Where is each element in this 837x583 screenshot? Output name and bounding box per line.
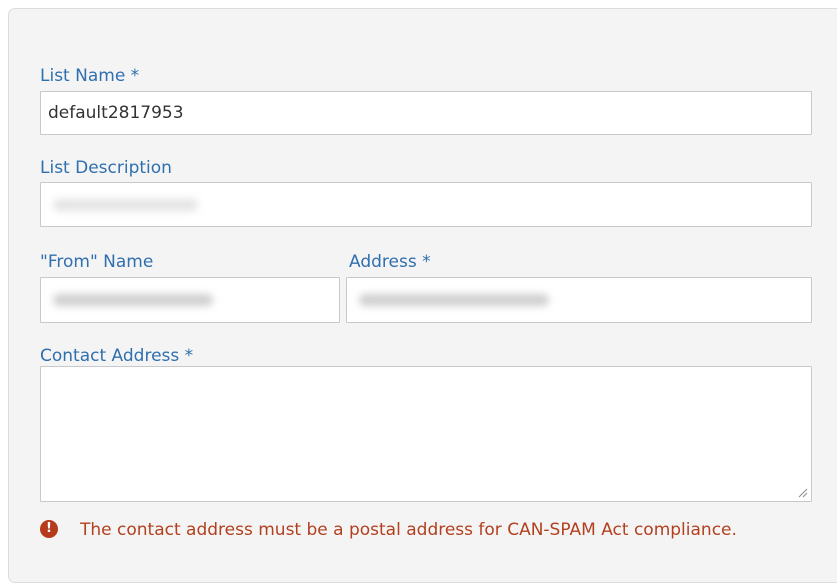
list-description-input[interactable] (40, 182, 812, 227)
resize-handle-icon[interactable] (796, 486, 808, 498)
list-name-label: List Name * (40, 66, 140, 86)
from-name-label: "From" Name (40, 252, 154, 272)
list-name-input[interactable] (40, 91, 812, 135)
from-name-input[interactable] (40, 277, 340, 323)
from-name-obscured-text (53, 294, 213, 306)
error-message: The contact address must be a postal add… (80, 520, 737, 540)
from-address-obscured-text (359, 294, 549, 306)
from-address-label: Address * (349, 252, 431, 272)
list-description-label: List Description (40, 158, 172, 178)
contact-address-label: Contact Address * (40, 346, 194, 366)
from-address-input[interactable] (346, 277, 812, 323)
list-description-obscured-text (53, 198, 198, 211)
exclamation-circle-icon: ! (40, 520, 58, 538)
contact-address-wrapper (40, 366, 812, 502)
contact-address-textarea[interactable] (40, 366, 812, 502)
